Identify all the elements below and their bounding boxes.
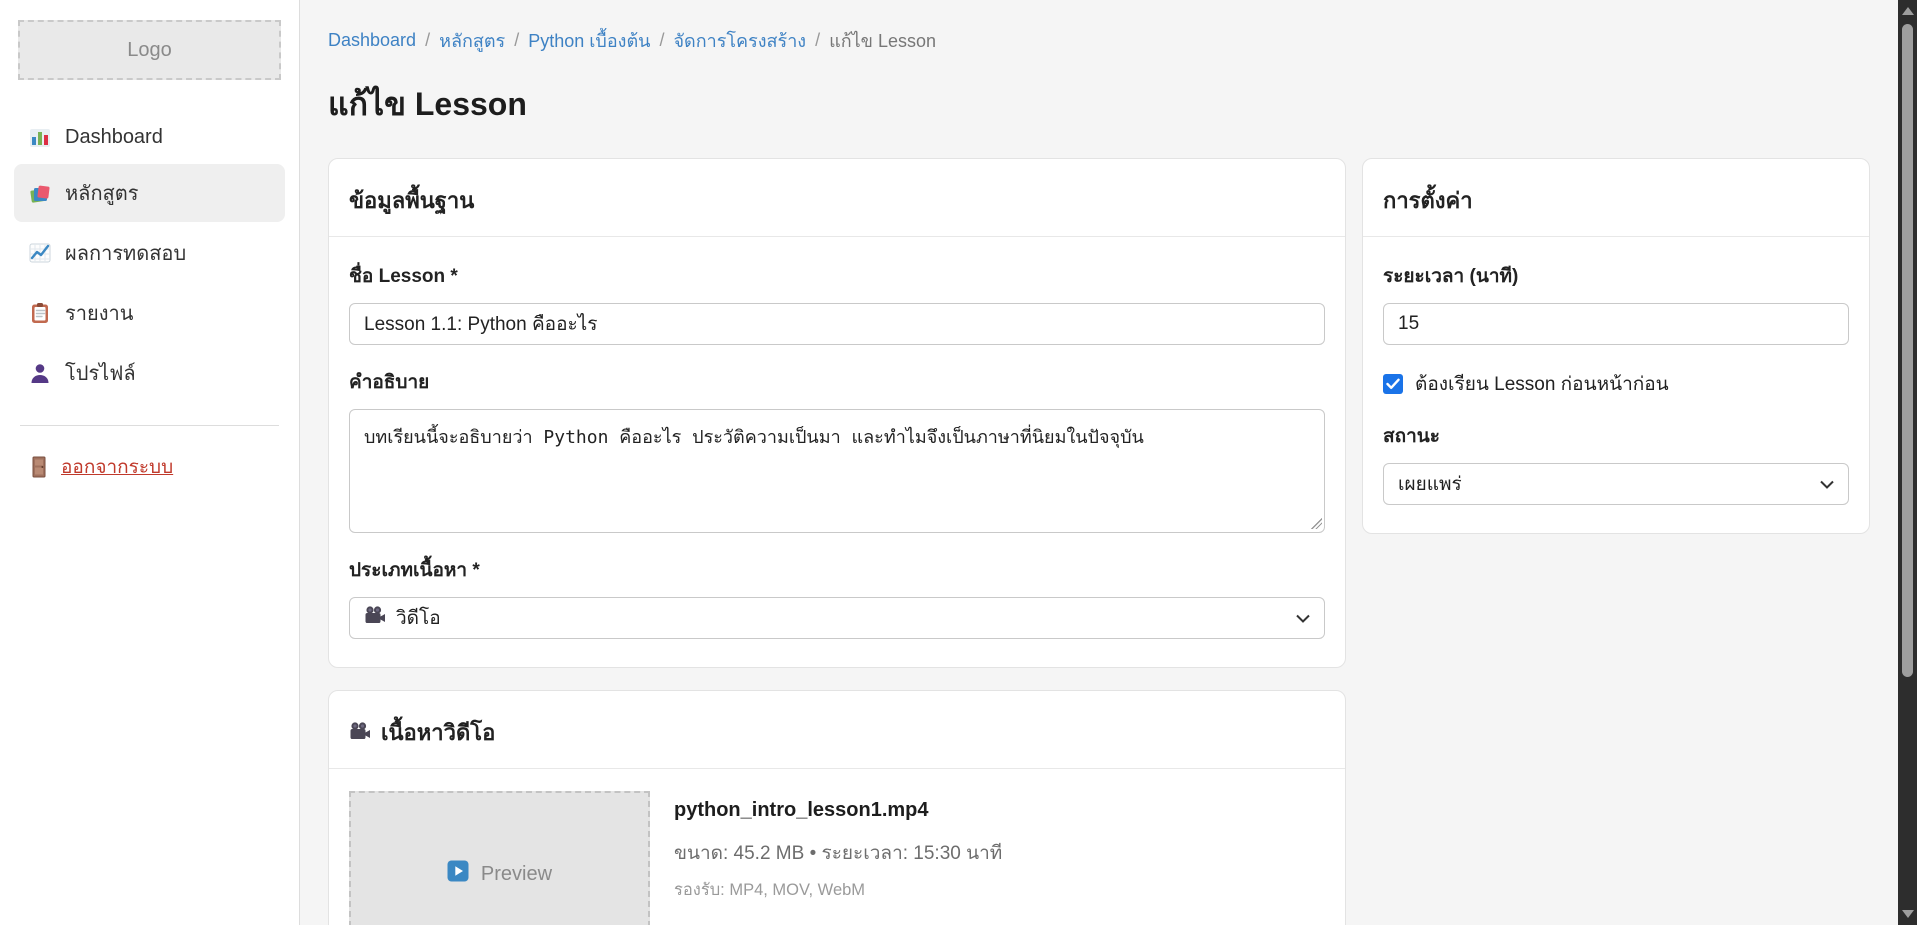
sidebar-item-label: โปรไฟล์ xyxy=(65,357,136,389)
settings-title: การตั้งค่า xyxy=(1363,159,1869,237)
video-content-title: เนื้อหาวิดีโอ xyxy=(329,691,1345,769)
content-type-value: วิดีโอ xyxy=(396,603,441,633)
breadcrumb-separator: / xyxy=(815,30,820,51)
clipboard-icon xyxy=(29,302,51,324)
status-select[interactable]: เผยแพร่ xyxy=(1383,463,1849,505)
app-window: Logo Dashboard หลักสูตร ผลการทดสอบ xyxy=(0,0,1917,925)
video-file-meta: ขนาด: 45.2 MB • ระยะเวลา: 15:30 นาที xyxy=(674,838,1002,868)
sidebar-item-dashboard[interactable]: Dashboard xyxy=(14,113,285,162)
scrollbar-thumb[interactable] xyxy=(1902,24,1913,677)
breadcrumb-separator: / xyxy=(514,30,519,51)
preview-label: Preview xyxy=(481,863,552,886)
sidebar: Logo Dashboard หลักสูตร ผลการทดสอบ xyxy=(0,0,300,925)
breadcrumb: Dashboard / หลักสูตร / Python เบื้องต้น … xyxy=(328,26,1870,55)
video-content-card: เนื้อหาวิดีโอ Preview python_intro_lesso… xyxy=(328,690,1346,925)
basic-info-title: ข้อมูลพื้นฐาน xyxy=(329,159,1345,237)
sidebar-item-reports[interactable]: รายงาน xyxy=(14,284,285,342)
page-title: แก้ไข Lesson xyxy=(328,79,1870,130)
prerequisite-checkbox[interactable] xyxy=(1383,374,1403,394)
settings-body: ระยะเวลา (นาที) ต้องเรียน Lesson ก่อนหน้… xyxy=(1363,237,1869,533)
check-icon xyxy=(1386,378,1400,390)
status-value: เผยแพร่ xyxy=(1398,469,1462,499)
settings-column: การตั้งค่า ระยะเวลา (นาที) ต้องเรียน Les… xyxy=(1362,158,1870,534)
door-icon xyxy=(29,456,49,478)
bar-chart-icon xyxy=(29,127,51,149)
scrollbar-up-arrow-icon[interactable] xyxy=(1902,7,1914,15)
breadcrumb-link-courses[interactable]: หลักสูตร xyxy=(439,26,505,55)
person-icon xyxy=(29,362,51,384)
duration-label: ระยะเวลา (นาที) xyxy=(1383,261,1849,291)
chart-increasing-icon xyxy=(29,242,51,264)
vertical-scrollbar[interactable] xyxy=(1898,0,1917,925)
play-icon xyxy=(447,860,469,888)
breadcrumb-separator: / xyxy=(425,30,430,51)
sidebar-item-courses[interactable]: หลักสูตร xyxy=(14,164,285,222)
form-columns: ข้อมูลพื้นฐาน ชื่อ Lesson * คำอธิบาย บทเ… xyxy=(328,158,1870,925)
breadcrumb-link-structure[interactable]: จัดการโครงสร้าง xyxy=(673,26,806,55)
sidebar-nav: Dashboard หลักสูตร ผลการทดสอบ รายงาน xyxy=(0,112,299,403)
description-label: คำอธิบาย xyxy=(349,367,1325,397)
logout-link[interactable]: ออกจากระบบ xyxy=(14,452,188,482)
sidebar-item-label: หลักสูตร xyxy=(65,177,139,209)
description-wrap: บทเรียนนี้จะอธิบายว่า Python คืออะไร ประ… xyxy=(349,409,1325,533)
logout-label: ออกจากระบบ xyxy=(61,452,173,482)
lesson-name-label: ชื่อ Lesson * xyxy=(349,261,1325,291)
sidebar-item-label: Dashboard xyxy=(65,126,163,149)
textarea-resize-handle[interactable] xyxy=(1311,518,1322,529)
video-row: Preview python_intro_lesson1.mp4 ขนาด: 4… xyxy=(329,769,1345,925)
breadcrumb-separator: / xyxy=(659,30,664,51)
sidebar-item-profile[interactable]: โปรไฟล์ xyxy=(14,344,285,402)
status-label: สถานะ xyxy=(1383,421,1849,451)
main-content: Dashboard / หลักสูตร / Python เบื้องต้น … xyxy=(300,0,1898,925)
scrollbar-down-arrow-icon[interactable] xyxy=(1902,910,1914,918)
video-supported-formats: รองรับ: MP4, MOV, WebM xyxy=(674,877,1002,903)
video-info: python_intro_lesson1.mp4 ขนาด: 45.2 MB •… xyxy=(674,791,1002,925)
chevron-down-icon xyxy=(1296,607,1310,629)
main-column: ข้อมูลพื้นฐาน ชื่อ Lesson * คำอธิบาย บทเ… xyxy=(328,158,1346,925)
content-type-label: ประเภทเนื้อหา * xyxy=(349,555,1325,585)
breadcrumb-link-course[interactable]: Python เบื้องต้น xyxy=(528,26,650,55)
prerequisite-row: ต้องเรียน Lesson ก่อนหน้าก่อน xyxy=(1383,369,1849,399)
logo-text: Logo xyxy=(127,39,172,62)
chevron-down-icon xyxy=(1820,473,1834,495)
sidebar-item-label: ผลการทดสอบ xyxy=(65,237,186,269)
basic-info-body: ชื่อ Lesson * คำอธิบาย บทเรียนนี้จะอธิบา… xyxy=(329,237,1345,667)
logo-placeholder: Logo xyxy=(18,20,281,80)
movie-camera-icon xyxy=(349,720,371,746)
video-file-name: python_intro_lesson1.mp4 xyxy=(674,799,1002,822)
content-type-select[interactable]: วิดีโอ xyxy=(349,597,1325,639)
basic-info-card: ข้อมูลพื้นฐาน ชื่อ Lesson * คำอธิบาย บทเ… xyxy=(328,158,1346,668)
settings-card: การตั้งค่า ระยะเวลา (นาที) ต้องเรียน Les… xyxy=(1362,158,1870,534)
breadcrumb-current: แก้ไข Lesson xyxy=(829,26,936,55)
video-content-title-text: เนื้อหาวิดีโอ xyxy=(381,715,495,750)
movie-camera-icon xyxy=(364,606,386,630)
description-textarea[interactable]: บทเรียนนี้จะอธิบายว่า Python คืออะไร ประ… xyxy=(349,409,1325,533)
books-icon xyxy=(29,182,51,204)
video-preview[interactable]: Preview xyxy=(349,791,650,925)
duration-input[interactable] xyxy=(1383,303,1849,345)
sidebar-divider xyxy=(20,425,279,426)
sidebar-item-test-results[interactable]: ผลการทดสอบ xyxy=(14,224,285,282)
breadcrumb-link-dashboard[interactable]: Dashboard xyxy=(328,30,416,51)
prerequisite-label: ต้องเรียน Lesson ก่อนหน้าก่อน xyxy=(1415,369,1669,399)
lesson-name-input[interactable] xyxy=(349,303,1325,345)
sidebar-item-label: รายงาน xyxy=(65,297,133,329)
